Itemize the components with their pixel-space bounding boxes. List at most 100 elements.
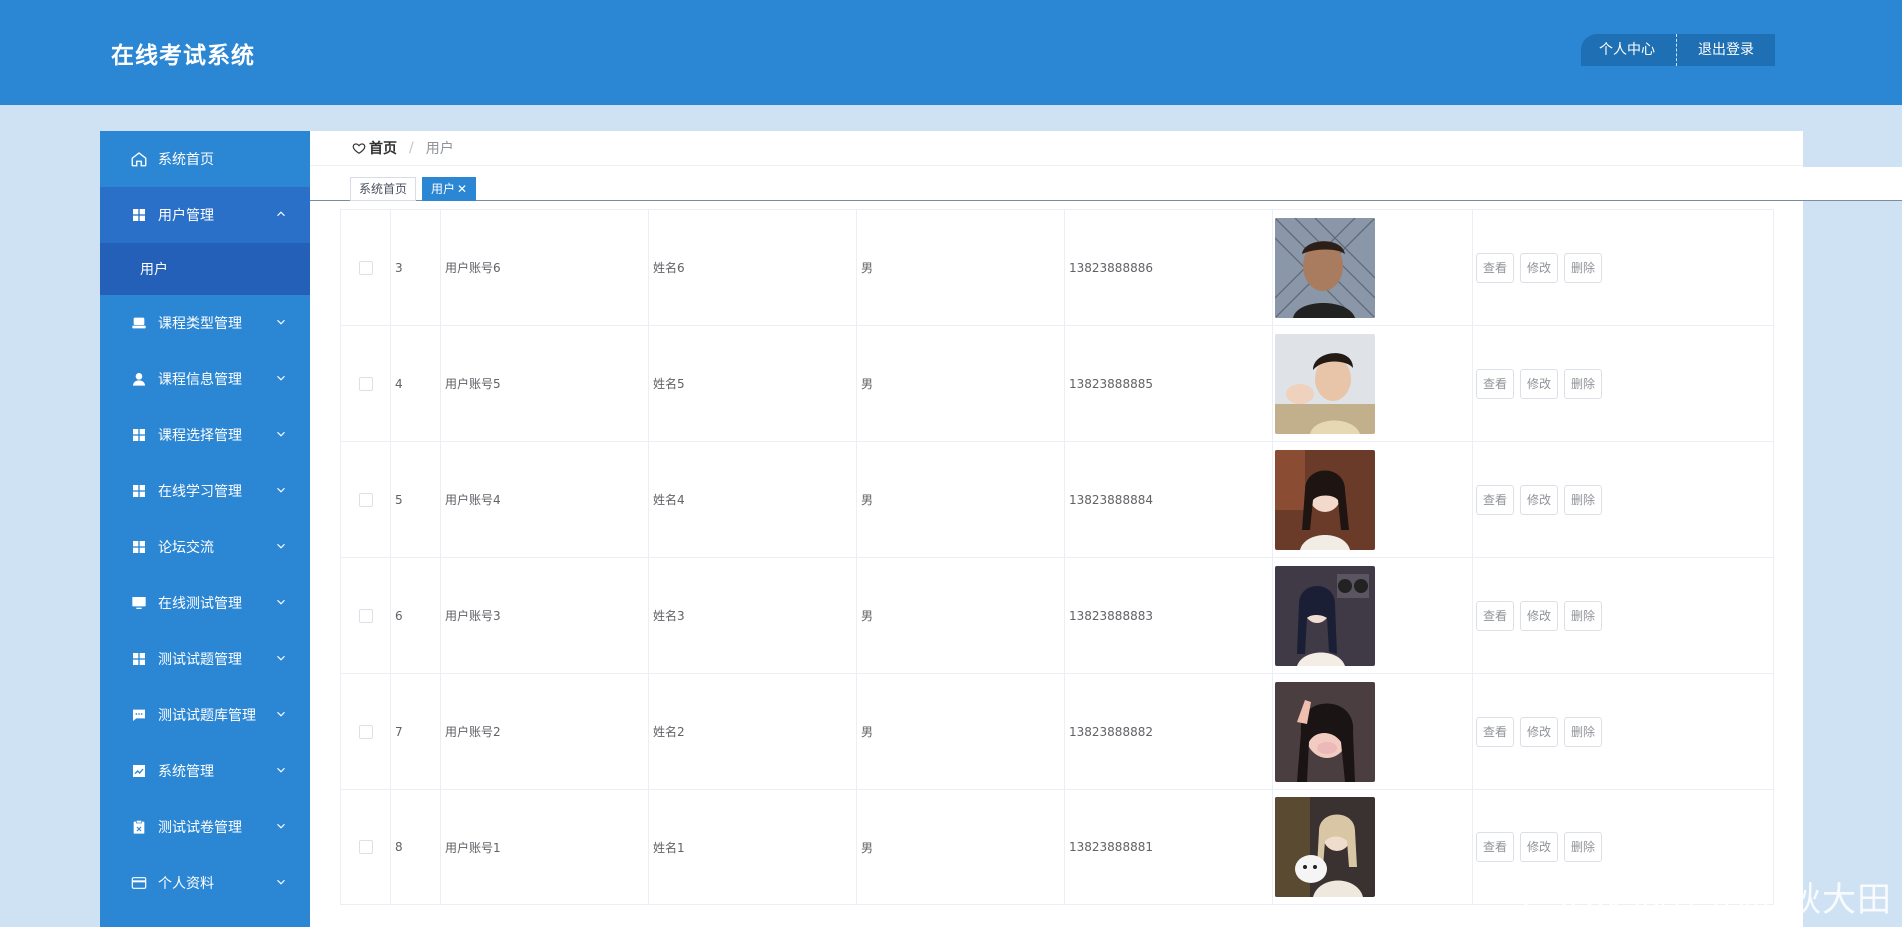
row-checkbox[interactable] — [358, 840, 373, 854]
gender-cell: 男 — [857, 558, 1065, 673]
index-cell: 6 — [391, 558, 441, 673]
tags-view: 系统首页 用户 ✕ — [310, 167, 1902, 201]
chevron-down-icon — [274, 483, 288, 497]
edit-button[interactable]: 修改 — [1520, 832, 1559, 862]
logout-button[interactable]: 退出登录 — [1677, 34, 1775, 66]
account-cell-text: 用户账号3 — [445, 609, 501, 623]
view-button[interactable]: 查看 — [1476, 368, 1515, 399]
chart-icon — [130, 762, 148, 780]
name-cell-text: 姓名5 — [653, 377, 685, 391]
index-cell-text: 5 — [395, 492, 403, 507]
user-icon — [130, 370, 148, 388]
row-select-cell — [341, 442, 391, 557]
chevron-down-icon — [274, 315, 288, 329]
breadcrumb-home[interactable]: 首页 — [352, 138, 397, 158]
name-cell-text: 姓名6 — [653, 261, 685, 275]
gender-cell: 男 — [857, 326, 1065, 441]
view-button[interactable]: 查看 — [1476, 832, 1515, 862]
view-button[interactable]: 查看 — [1476, 716, 1515, 747]
sidebar-item-12[interactable]: 个人资料 — [100, 855, 310, 911]
photo-cell — [1273, 326, 1473, 441]
view-button[interactable]: 查看 — [1476, 252, 1515, 283]
sidebar-menu: 系统首页 用户管理 用户 课程类型管理 课程信息管理 课程选择管理在线学习管理论坛交流 在线… — [100, 131, 310, 927]
chevron-down-icon — [274, 763, 288, 777]
users-table: 3 用户账号6 姓名6 男 13823888886 查看 修改 删除 4 用户账号5 姓名5 男 138… — [340, 209, 1774, 905]
account-cell-text: 用户账号4 — [445, 493, 501, 507]
delete-button[interactable]: 删除 — [1564, 484, 1603, 515]
heart-icon — [352, 143, 366, 154]
sidebar-item-7[interactable]: 在线测试管理 — [100, 575, 310, 631]
row-select-cell — [341, 790, 391, 904]
sidebar-item-1[interactable]: 用户管理 — [100, 187, 310, 243]
sidebar-item-label: 测试试题库管理 — [158, 708, 256, 724]
user-photo — [1275, 797, 1375, 897]
actions-cell: 查看 修改 删除 — [1473, 558, 1773, 673]
photo-cell — [1273, 210, 1473, 325]
table-row: 3 用户账号6 姓名6 男 13823888886 查看 修改 删除 — [341, 209, 1773, 325]
view-button[interactable]: 查看 — [1476, 600, 1515, 631]
chevron-down-icon — [274, 651, 288, 665]
sidebar-item-4[interactable]: 课程选择管理 — [100, 407, 310, 463]
sidebar-item-0[interactable]: 系统首页 — [100, 131, 310, 187]
delete-button[interactable]: 删除 — [1564, 252, 1603, 283]
edit-button[interactable]: 修改 — [1520, 252, 1559, 283]
sidebar-item-label: 测试试卷管理 — [158, 820, 242, 836]
sidebar-item-3[interactable]: 课程信息管理 — [100, 351, 310, 407]
sidebar-item-2[interactable]: 课程类型管理 — [100, 295, 310, 351]
tray-icon — [130, 314, 148, 332]
chat-icon — [130, 706, 148, 724]
main-content: 首页 / 用户 系统首页 用户 ✕ 3 用户账号6 姓名6 男 13823888886 查看… — [310, 131, 1902, 927]
index-cell: 8 — [391, 790, 441, 904]
clipboard-icon — [130, 818, 148, 836]
sidebar-item-11[interactable]: 测试试卷管理 — [100, 799, 310, 855]
delete-button[interactable]: 删除 — [1564, 832, 1603, 862]
sidebar-item-9[interactable]: 测试试题库管理 — [100, 687, 310, 743]
name-cell: 姓名2 — [649, 674, 857, 789]
phone-cell: 13823888885 — [1065, 326, 1273, 441]
gender-cell: 男 — [857, 210, 1065, 325]
gender-cell-text: 男 — [861, 377, 874, 391]
user-photo — [1275, 565, 1375, 666]
breadcrumb-separator: / — [409, 140, 414, 156]
row-checkbox[interactable] — [358, 492, 373, 507]
delete-button[interactable]: 删除 — [1564, 368, 1603, 399]
chevron-down-icon — [274, 595, 288, 609]
row-checkbox[interactable] — [358, 608, 373, 623]
sidebar-item-10[interactable]: 系统管理 — [100, 743, 310, 799]
name-cell: 姓名5 — [649, 326, 857, 441]
profile-center-button[interactable]: 个人中心 — [1581, 34, 1677, 66]
delete-button[interactable]: 删除 — [1564, 600, 1603, 631]
user-photo — [1275, 681, 1375, 782]
edit-button[interactable]: 修改 — [1520, 600, 1559, 631]
account-cell: 用户账号6 — [441, 210, 649, 325]
sidebar-item-8[interactable]: 测试试题管理 — [100, 631, 310, 687]
row-checkbox[interactable] — [358, 376, 373, 391]
tag-home[interactable]: 系统首页 — [350, 177, 417, 201]
sidebar-item-5[interactable]: 在线学习管理 — [100, 463, 310, 519]
row-select-cell — [341, 674, 391, 789]
name-cell-text: 姓名2 — [653, 725, 685, 739]
phone-cell-text: 13823888884 — [1069, 492, 1153, 507]
index-cell-text: 8 — [395, 840, 403, 854]
close-icon[interactable]: ✕ — [457, 182, 467, 196]
account-cell-text: 用户账号2 — [445, 725, 501, 739]
index-cell-text: 7 — [395, 724, 403, 739]
name-cell: 姓名4 — [649, 442, 857, 557]
gender-cell-text: 男 — [861, 609, 874, 623]
tag-users[interactable]: 用户 ✕ — [422, 177, 477, 201]
view-button[interactable]: 查看 — [1476, 484, 1515, 515]
edit-button[interactable]: 修改 — [1520, 484, 1559, 515]
phone-cell-text: 13823888886 — [1069, 260, 1153, 275]
row-checkbox[interactable] — [358, 260, 373, 275]
edit-button[interactable]: 修改 — [1520, 716, 1559, 747]
sidebar-item-6[interactable]: 论坛交流 — [100, 519, 310, 575]
delete-button[interactable]: 删除 — [1564, 716, 1603, 747]
row-select-cell — [341, 210, 391, 325]
table-row: 6 用户账号3 姓名3 男 13823888883 查看 修改 删除 — [341, 557, 1773, 673]
sidebar-subitem-users[interactable]: 用户 — [100, 243, 310, 295]
sidebar-item-label: 在线学习管理 — [158, 484, 242, 500]
account-cell: 用户账号3 — [441, 558, 649, 673]
row-checkbox[interactable] — [358, 724, 373, 739]
home-icon — [130, 150, 148, 168]
edit-button[interactable]: 修改 — [1520, 368, 1559, 399]
